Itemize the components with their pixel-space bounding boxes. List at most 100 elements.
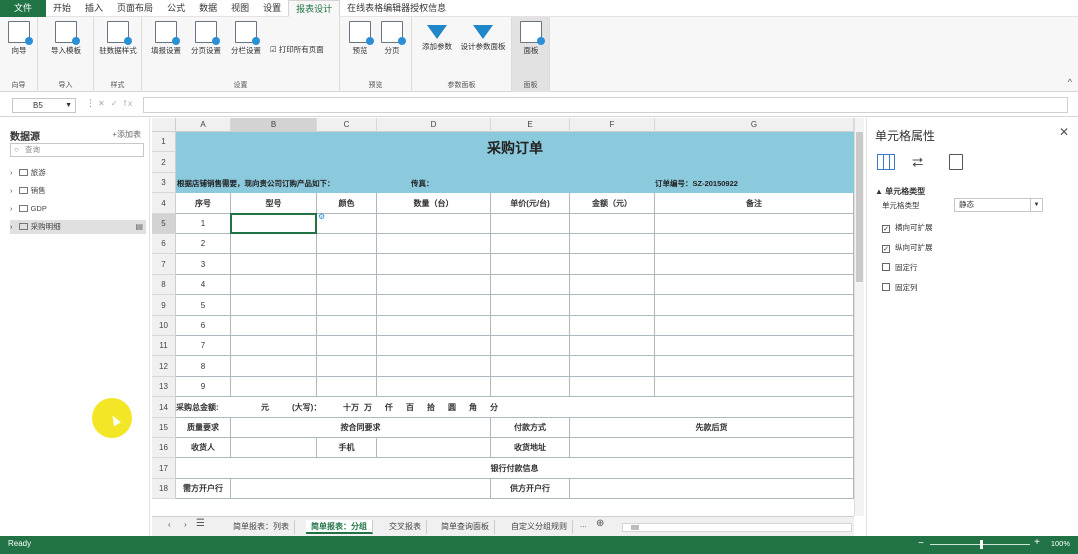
menu-home[interactable]: 开始 bbox=[46, 0, 78, 17]
tab-simple-query[interactable]: 简单查询面板 bbox=[436, 520, 495, 534]
menu-settings[interactable]: 设置 bbox=[256, 0, 288, 17]
cell-type-section[interactable]: ▲ 单元格类型 bbox=[875, 186, 925, 197]
column-header-g[interactable]: G bbox=[655, 118, 854, 132]
row-header-3[interactable]: 3 bbox=[152, 173, 176, 193]
tab-custom-group[interactable]: 自定义分组规则 bbox=[506, 520, 573, 534]
cell-type-select[interactable]: 静态 ▼ bbox=[954, 198, 1043, 212]
report-title-band[interactable]: 采购订单 根据店铺销售需要，现向贵公司订购产品如下： 传真： 订单编号：SZ-2015… bbox=[176, 132, 854, 193]
data-cell[interactable] bbox=[317, 336, 377, 356]
column-header-d[interactable]: D bbox=[377, 118, 491, 132]
payment-method-label[interactable]: 付款方式 bbox=[491, 418, 570, 438]
data-cell[interactable] bbox=[655, 356, 854, 377]
quality-label[interactable]: 质量要求 bbox=[176, 418, 231, 438]
menu-license-info[interactable]: 在线表格编辑器授权信息 bbox=[340, 0, 453, 17]
data-cell[interactable] bbox=[570, 214, 655, 234]
page-break-button[interactable]: 分页 bbox=[378, 21, 406, 56]
receiver-value[interactable] bbox=[231, 438, 317, 458]
tree-item-sales[interactable]: › 销售 bbox=[10, 184, 146, 198]
fill-settings-button[interactable]: 填报设置 bbox=[148, 21, 184, 56]
data-cell[interactable] bbox=[570, 336, 655, 356]
design-param-panel-button[interactable]: 设计参数面板 bbox=[460, 21, 506, 52]
data-cell[interactable] bbox=[317, 275, 377, 295]
row-header-5[interactable]: 5 bbox=[152, 214, 176, 234]
data-cell[interactable] bbox=[655, 254, 854, 275]
table-header-cell[interactable]: 数量（台） bbox=[377, 193, 491, 214]
collapse-ribbon-button[interactable]: ^ bbox=[1068, 77, 1072, 87]
buyer-bank-value[interactable] bbox=[231, 479, 491, 499]
document-icon[interactable] bbox=[949, 154, 963, 170]
page-settings-button[interactable]: 分页设置 bbox=[188, 21, 224, 56]
tab-simple-list[interactable]: 简单报表：列表 bbox=[228, 520, 295, 534]
item-number-cell[interactable]: 9 bbox=[176, 377, 231, 397]
row-header-11[interactable]: 11 bbox=[152, 336, 176, 356]
row-header-13[interactable]: 13 bbox=[152, 377, 176, 397]
zoom-slider-knob[interactable] bbox=[980, 540, 983, 549]
item-number-cell[interactable]: 8 bbox=[176, 356, 231, 377]
menu-data[interactable]: 数据 bbox=[192, 0, 224, 17]
import-template-button[interactable]: 导入模板 bbox=[46, 21, 86, 56]
column-settings-button[interactable]: 分栏设置 bbox=[228, 21, 264, 56]
receiver-label[interactable]: 收货人 bbox=[176, 438, 231, 458]
gear-icon[interactable]: ⚙ bbox=[318, 212, 325, 221]
column-header-f[interactable]: F bbox=[570, 118, 655, 132]
data-cell[interactable] bbox=[231, 275, 317, 295]
item-number-cell[interactable]: 1 bbox=[176, 214, 231, 234]
menu-insert[interactable]: 插入 bbox=[78, 0, 110, 17]
menu-report-design[interactable]: 报表设计 bbox=[288, 0, 341, 17]
data-cell[interactable] bbox=[491, 295, 570, 316]
spreadsheet-grid[interactable]: A B C D E F G 1 2 3 4 5 6 7 8 9 10 11 12 13 14 15 16 17 18 采购订单 根据… bbox=[152, 118, 854, 516]
table-header-cell[interactable]: 型号 bbox=[231, 193, 317, 214]
item-number-cell[interactable]: 7 bbox=[176, 336, 231, 356]
item-number-cell[interactable]: 4 bbox=[176, 275, 231, 295]
table-grid-icon[interactable] bbox=[877, 154, 895, 170]
data-cell[interactable] bbox=[231, 356, 317, 377]
zoom-out-button[interactable]: − bbox=[918, 538, 924, 549]
row-header-18[interactable]: 18 bbox=[152, 479, 176, 499]
row-header-9[interactable]: 9 bbox=[152, 295, 176, 316]
more-tabs-button[interactable]: ... bbox=[580, 520, 587, 529]
data-cell[interactable] bbox=[377, 214, 491, 234]
phone-value[interactable] bbox=[377, 438, 491, 458]
checkbox-fixed-row[interactable]: 固定行 bbox=[882, 262, 918, 273]
more-icon[interactable]: ⋮ bbox=[86, 98, 95, 109]
wizard-button[interactable]: 向导 bbox=[6, 21, 33, 56]
data-cell[interactable] bbox=[491, 336, 570, 356]
table-header-cell[interactable]: 颜色 bbox=[317, 193, 377, 214]
data-cell[interactable] bbox=[377, 336, 491, 356]
row-header-12[interactable]: 12 bbox=[152, 356, 176, 377]
data-style-button[interactable]: 驻数据样式 bbox=[98, 21, 138, 56]
add-param-button[interactable]: 添加参数 bbox=[418, 21, 456, 52]
horizontal-scroll-thumb[interactable] bbox=[631, 525, 639, 530]
data-cell[interactable] bbox=[231, 316, 317, 336]
print-all-pages-checkbox[interactable]: ☑ 打印所有页面 bbox=[270, 44, 324, 55]
checkbox-vertical-expand[interactable]: ✓ 纵向可扩展 bbox=[882, 242, 933, 253]
payment-method-value[interactable]: 先款后货 bbox=[570, 418, 854, 438]
data-cell[interactable] bbox=[655, 316, 854, 336]
preview-button[interactable]: 预览 bbox=[346, 21, 374, 56]
close-icon[interactable]: ✕ bbox=[1059, 125, 1069, 139]
data-cell[interactable] bbox=[570, 275, 655, 295]
vertical-scroll-thumb[interactable] bbox=[856, 132, 863, 282]
select-all-corner[interactable] bbox=[152, 118, 176, 132]
data-cell[interactable] bbox=[491, 356, 570, 377]
row-header-17[interactable]: 17 bbox=[152, 458, 176, 479]
horizontal-scrollbar[interactable] bbox=[622, 523, 852, 532]
checkbox-fixed-column[interactable]: 固定列 bbox=[882, 282, 918, 293]
menu-file[interactable]: 文件 bbox=[0, 0, 47, 17]
row-header-1[interactable]: 1 bbox=[152, 132, 176, 152]
data-cell[interactable] bbox=[655, 214, 854, 234]
buyer-bank-label[interactable]: 需方开户行 bbox=[176, 479, 231, 499]
add-sheet-button[interactable]: ⊕ bbox=[596, 518, 604, 529]
checkbox-horizontal-expand[interactable]: ✓ 横向可扩展 bbox=[882, 222, 933, 233]
table-header-cell[interactable]: 金额（元） bbox=[570, 193, 655, 214]
row-header-14[interactable]: 14 bbox=[152, 397, 176, 418]
supplier-bank-label[interactable]: 供方开户行 bbox=[491, 479, 570, 499]
data-cell[interactable] bbox=[377, 254, 491, 275]
row-header-10[interactable]: 10 bbox=[152, 316, 176, 336]
data-cell[interactable] bbox=[655, 377, 854, 397]
row-header-15[interactable]: 15 bbox=[152, 418, 176, 438]
column-header-c[interactable]: C bbox=[317, 118, 377, 132]
data-cell[interactable] bbox=[317, 377, 377, 397]
row-header-16[interactable]: 16 bbox=[152, 438, 176, 458]
menu-view[interactable]: 视图 bbox=[224, 0, 256, 17]
